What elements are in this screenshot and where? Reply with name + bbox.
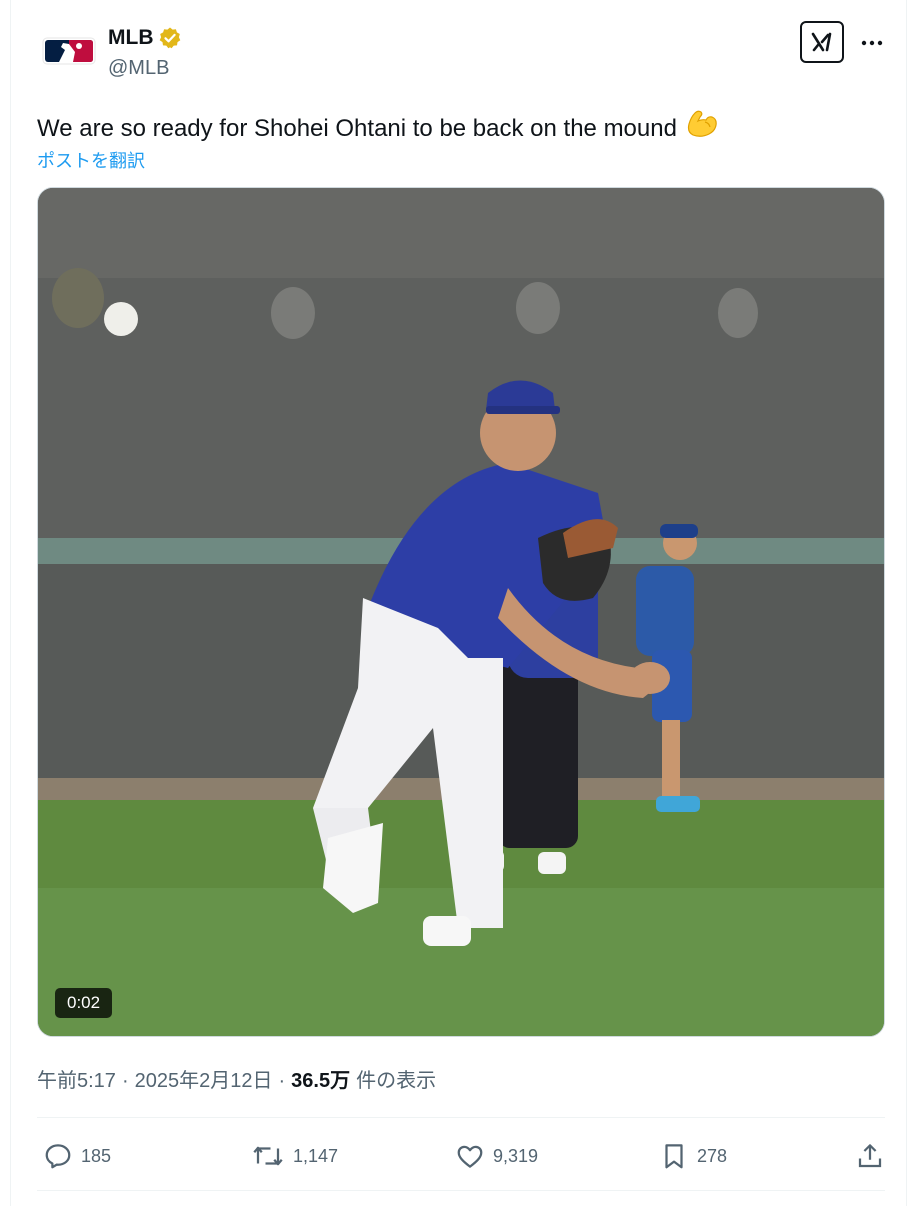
more-icon (861, 40, 883, 46)
translate-link[interactable]: ポストを翻訳 (37, 147, 145, 173)
views-count: 36.5万 (291, 1070, 351, 1092)
action-bar: 185 1,147 9,319 278 (37, 1136, 885, 1176)
like-button[interactable]: 9,319 (455, 1136, 538, 1176)
video-duration: 0:02 (55, 988, 113, 1018)
divider (37, 1117, 885, 1118)
post-date[interactable]: 2025年2月12日 (135, 1064, 273, 1093)
tweet-card: MLB @MLB We are so ready for Shohei Ohta… (10, 0, 907, 1206)
flexed-biceps-emoji (685, 108, 719, 149)
tweet-text: We are so ready for Shohei Ohtani to be … (37, 108, 719, 149)
bookmark-button[interactable]: 278 (659, 1136, 727, 1176)
reply-count: 185 (81, 1145, 112, 1166)
divider (37, 1190, 885, 1191)
video-player[interactable]: 0:02 (37, 187, 885, 1037)
share-icon (858, 1144, 882, 1168)
account-name[interactable]: MLB (108, 26, 154, 50)
more-button[interactable] (859, 30, 885, 56)
like-count: 9,319 (493, 1145, 539, 1166)
account-handle[interactable]: @MLB (108, 57, 169, 80)
bookmark-icon (665, 1144, 683, 1169)
share-button[interactable] (855, 1136, 885, 1176)
mlb-logo-icon (42, 37, 96, 65)
tweet-meta: 午前5:17 · 2025年2月12日 · 36.5万 件の表示 (37, 1064, 436, 1093)
reply-icon (45, 1144, 71, 1169)
meta-separator: · (278, 1070, 286, 1092)
repost-icon (253, 1146, 283, 1166)
meta-separator: · (121, 1070, 129, 1092)
repost-count: 1,147 (293, 1145, 339, 1166)
grok-button[interactable] (800, 21, 844, 63)
grok-icon (811, 32, 832, 52)
bookmark-count: 278 (697, 1145, 728, 1166)
views-label: 件の表示 (356, 1070, 437, 1092)
heart-icon (457, 1145, 483, 1168)
tweet-body: We are so ready for Shohei Ohtani to be … (37, 114, 677, 142)
video-frame (38, 188, 884, 1036)
verified-gold-icon (159, 27, 180, 49)
avatar[interactable] (39, 20, 99, 80)
repost-button[interactable]: 1,147 (251, 1136, 338, 1176)
account-name-row[interactable]: MLB (108, 26, 182, 50)
reply-button[interactable]: 185 (43, 1136, 111, 1176)
post-time[interactable]: 午前5:17 (37, 1064, 116, 1093)
